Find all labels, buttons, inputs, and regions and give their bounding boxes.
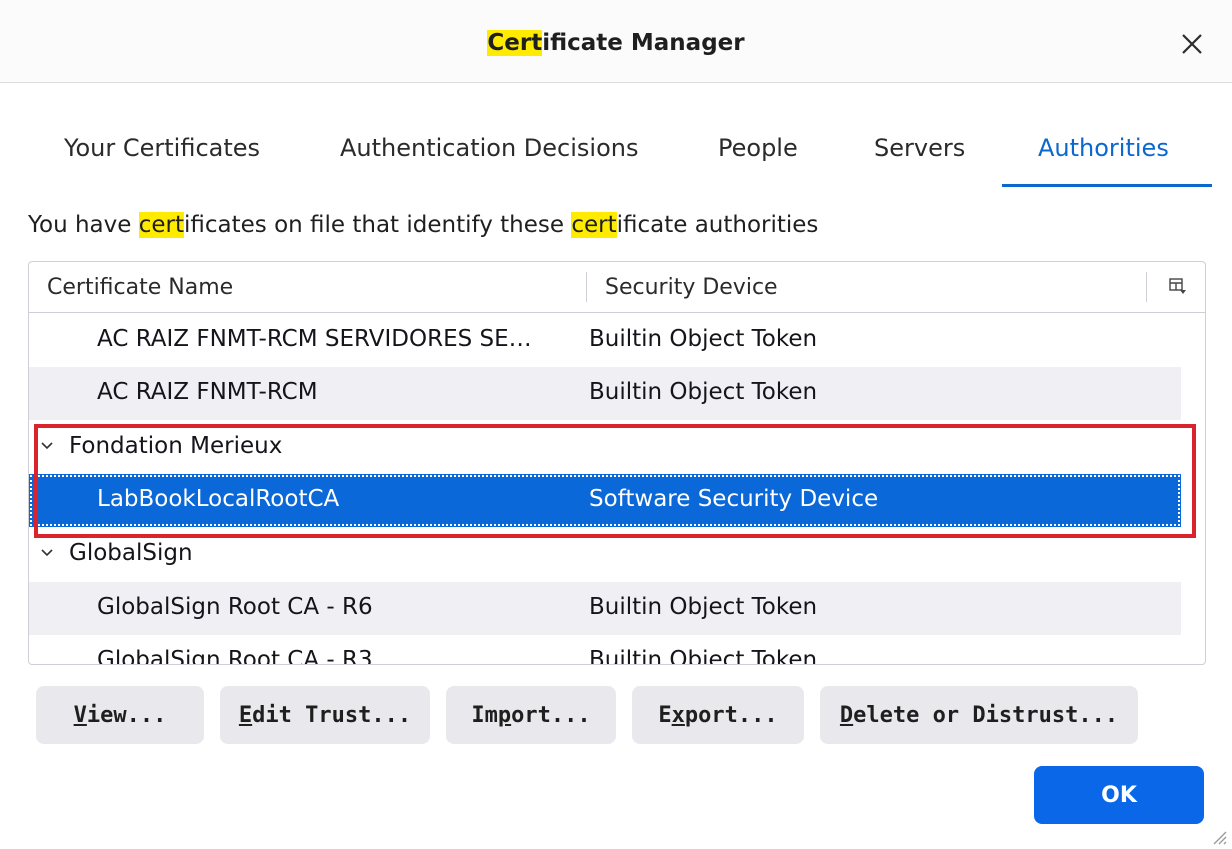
certificate-name: AC RAIZ FNMT-RCM (97, 379, 318, 405)
title-bar: Certificate Manager (0, 0, 1232, 83)
column-picker-icon[interactable] (1168, 276, 1188, 296)
title-search-highlight: Cert (487, 30, 543, 56)
button-label: iew... (86, 702, 167, 728)
tab-people[interactable]: People (718, 134, 798, 162)
certificate-manager-dialog: Certificate Manager Your Certificates Au… (0, 0, 1232, 849)
certificate-tree[interactable]: Certificate Name Security Device AC RAIZ… (28, 261, 1206, 665)
tab-authorities[interactable]: Authorities (1038, 134, 1169, 162)
table-row[interactable]: GlobalSign Root CA - R6 Builtin Object T… (29, 582, 1181, 635)
chevron-down-icon[interactable] (39, 438, 55, 454)
description-part: ificates on file that identify these (183, 212, 572, 238)
button-label: E (658, 702, 672, 728)
table-row[interactable]: AC RAIZ FNMT-RCM SERVIDORES SE… Builtin … (29, 314, 1181, 367)
tab-your-certificates[interactable]: Your Certificates (64, 134, 260, 162)
active-tab-indicator (1002, 184, 1212, 187)
mnemonic: V (73, 702, 87, 728)
button-label: dit Trust... (252, 702, 412, 728)
button-label: port... (684, 702, 778, 728)
certificate-name: GlobalSign Root CA - R6 (97, 594, 373, 620)
column-separator[interactable] (1146, 272, 1147, 302)
tab-authentication-decisions[interactable]: Authentication Decisions (340, 134, 639, 162)
mnemonic: p (497, 702, 512, 728)
table-row[interactable]: GlobalSign Root CA - R3 Builtin Object T… (29, 635, 1181, 665)
tree-header: Certificate Name Security Device (29, 262, 1205, 313)
security-device: Builtin Object Token (589, 379, 818, 405)
search-highlight: cert (571, 212, 617, 238)
export-button[interactable]: Ex port... (632, 686, 804, 744)
description-text: You have certificates on file that ident… (28, 212, 818, 238)
security-device: Builtin Object Token (589, 594, 818, 620)
import-button[interactable]: Im p ort... (446, 686, 616, 744)
security-device: Builtin Object Token (589, 326, 818, 352)
mnemonic: x (671, 702, 685, 728)
column-separator[interactable] (586, 272, 587, 302)
table-row-selected[interactable]: LabBookLocalRootCA Software Security Dev… (29, 474, 1181, 527)
column-header-security-device[interactable]: Security Device (605, 275, 778, 300)
security-device: Software Security Device (589, 486, 879, 512)
view-button[interactable]: View... (36, 686, 204, 744)
certificate-name: LabBookLocalRootCA (97, 486, 340, 512)
security-device: Builtin Object Token (589, 647, 818, 665)
group-row-globalsign[interactable]: GlobalSign (29, 528, 1181, 581)
chevron-down-icon[interactable] (39, 545, 55, 561)
resize-grip-icon[interactable] (1210, 828, 1228, 846)
description-part: You have (28, 212, 139, 238)
group-name: Fondation Merieux (69, 433, 283, 459)
title-text: ificate Manager (542, 30, 745, 56)
button-label: elete or Distrust... (853, 702, 1119, 728)
group-name: GlobalSign (69, 540, 193, 566)
close-icon[interactable] (1178, 30, 1206, 58)
mnemonic: E (238, 702, 253, 728)
table-row[interactable]: AC RAIZ FNMT-RCM Builtin Object Token (29, 367, 1181, 420)
tab-bar: Your Certificates Authentication Decisio… (42, 120, 1222, 190)
button-label: Im (471, 702, 498, 728)
certificate-name: AC RAIZ FNMT-RCM SERVIDORES SE… (97, 326, 532, 352)
dialog-title: Certificate Manager (0, 30, 1232, 56)
delete-or-distrust-button[interactable]: Delete or Distrust... (820, 686, 1138, 744)
tab-servers[interactable]: Servers (874, 134, 965, 162)
ok-button[interactable]: OK (1034, 766, 1204, 824)
edit-trust-button[interactable]: Edit Trust... (220, 686, 430, 744)
search-highlight: cert (138, 212, 184, 238)
description-part: ificate authorities (616, 212, 819, 238)
certificate-name: GlobalSign Root CA - R3 (97, 647, 373, 665)
group-row-fondation-merieux[interactable]: Fondation Merieux (29, 421, 1181, 474)
button-label: ort... (511, 702, 591, 728)
column-header-certificate-name[interactable]: Certificate Name (47, 275, 233, 300)
mnemonic: D (839, 702, 854, 728)
